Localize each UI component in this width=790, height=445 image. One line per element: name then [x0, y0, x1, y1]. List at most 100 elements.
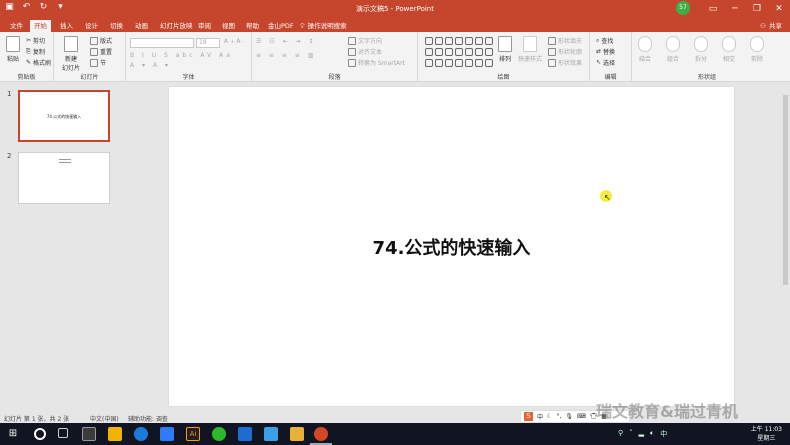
- app-icon[interactable]: [238, 427, 252, 441]
- layout-label: 版式: [100, 38, 113, 45]
- illustrator-icon[interactable]: Ai: [186, 427, 200, 441]
- network-icon[interactable]: ▂: [639, 429, 644, 439]
- replace-icon: ⇄: [596, 48, 602, 55]
- tab-view[interactable]: 视图: [218, 20, 239, 32]
- tab-file[interactable]: 文件: [6, 20, 27, 32]
- powerpoint-icon[interactable]: [314, 427, 328, 441]
- combine-button[interactable]: 组合: [666, 36, 680, 63]
- tab-kingsoft-pdf[interactable]: 金山PDF: [264, 20, 298, 32]
- shape-effects-button[interactable]: 形状效果: [548, 58, 582, 67]
- quick-styles-button[interactable]: 快速样式: [518, 36, 542, 63]
- font-color-buttons[interactable]: A ▾ A ▾: [130, 62, 171, 69]
- smartart-icon: [348, 58, 356, 67]
- ime-icon[interactable]: 中: [660, 429, 667, 439]
- maximize-icon[interactable]: ❐: [746, 0, 768, 18]
- ribbon-display-icon[interactable]: ▭: [702, 0, 724, 18]
- volume-icon[interactable]: 🔈︎: [650, 429, 654, 439]
- tab-review[interactable]: 审阅: [194, 20, 215, 32]
- task-view-icon[interactable]: [58, 428, 68, 438]
- close-icon[interactable]: ✕: [768, 0, 790, 18]
- font-format-buttons[interactable]: B I U S abc AV Aa: [130, 52, 233, 59]
- edge-icon[interactable]: [134, 427, 148, 441]
- slide-canvas[interactable]: 74.公式的快速输入: [169, 87, 734, 406]
- layout-icon: [90, 36, 98, 45]
- intersect-button[interactable]: 相交: [722, 36, 736, 63]
- share-button[interactable]: ⚇ 共享: [760, 20, 782, 32]
- tab-help[interactable]: 帮助: [242, 20, 263, 32]
- app-icon[interactable]: [264, 427, 278, 441]
- split-button[interactable]: 拆分: [694, 36, 708, 63]
- app-icon[interactable]: [160, 427, 174, 441]
- text-direction-button[interactable]: 文字方向: [348, 36, 382, 45]
- chevron-up-icon[interactable]: ˄: [629, 429, 633, 439]
- group-label: 编辑: [604, 74, 617, 81]
- pen-icon: [548, 47, 556, 56]
- tab-insert[interactable]: 插入: [56, 20, 77, 32]
- share-label: 共享: [769, 22, 782, 30]
- user-badge[interactable]: 57: [676, 1, 690, 15]
- quick-styles-icon: [523, 36, 537, 52]
- slide-thumbnails-pane: 1 74.公式的快速输入 2: [0, 83, 118, 413]
- person-icon[interactable]: ⚲: [618, 429, 623, 439]
- merge-button[interactable]: 结合: [638, 36, 652, 63]
- reset-button[interactable]: 重置: [90, 47, 112, 56]
- replace-button[interactable]: ⇄ 替换: [596, 47, 615, 56]
- clock-time: 上午 11:03: [750, 426, 782, 433]
- new-slide-button[interactable]: 新建 幻灯片: [62, 36, 80, 72]
- keyboard-icon[interactable]: ⌨: [577, 413, 586, 420]
- file-explorer-icon[interactable]: [108, 427, 122, 441]
- clock[interactable]: 上午 11:03 星期三: [751, 425, 782, 443]
- language-status[interactable]: 中文(中国): [90, 414, 119, 423]
- ime-logo[interactable]: S: [524, 412, 533, 421]
- vertical-scrollbar[interactable]: [781, 83, 790, 413]
- tell-me-search[interactable]: 💡︎ 操作说明搜索: [300, 20, 347, 32]
- ime-mode[interactable]: 中: [537, 412, 543, 421]
- copy-button[interactable]: ⎘ 复制: [26, 47, 45, 57]
- folder-icon[interactable]: [290, 427, 304, 441]
- list-buttons[interactable]: ☰ ☷ ⇤ ⇥ ↕: [256, 38, 316, 45]
- tab-transitions[interactable]: 切换: [106, 20, 127, 32]
- find-button[interactable]: ⌕ 查找: [596, 36, 613, 46]
- moon-icon[interactable]: ☾: [547, 413, 552, 420]
- smartart-button[interactable]: 转换为 SmartArt: [348, 58, 405, 67]
- paste-button[interactable]: 粘贴: [6, 36, 20, 63]
- tab-home[interactable]: 开始: [30, 20, 51, 32]
- wechat-icon[interactable]: [212, 427, 226, 441]
- taskbar: ⊞ Ai ⚲ ˄ ▂ 🔈︎ 中 上午 11:03 星期三: [0, 423, 790, 445]
- cut-button[interactable]: ✂ 剪切: [26, 36, 45, 45]
- split-icon: [694, 36, 708, 52]
- arrange-button[interactable]: 排列: [498, 36, 512, 63]
- mic-icon[interactable]: 🎙︎: [565, 413, 573, 420]
- tab-animations[interactable]: 动画: [131, 20, 152, 32]
- align-text-button[interactable]: 对齐文本: [348, 47, 382, 56]
- font-size-field[interactable]: 18: [196, 38, 220, 48]
- tab-slideshow[interactable]: 幻灯片放映: [156, 20, 197, 32]
- group-label: 段落: [328, 74, 341, 81]
- tab-design[interactable]: 设计: [81, 20, 102, 32]
- punctuation-icon[interactable]: °,: [556, 413, 561, 420]
- font-grow-icon[interactable]: A + A-: [224, 38, 244, 45]
- scissors-icon: ✂: [26, 37, 32, 44]
- slide-thumbnail-1[interactable]: 74.公式的快速输入: [18, 90, 110, 142]
- minimize-icon[interactable]: ─: [724, 0, 746, 18]
- font-name-field[interactable]: [130, 38, 194, 48]
- shape-outline-button[interactable]: 形状轮廓: [548, 47, 582, 56]
- cortana-icon[interactable]: [34, 428, 46, 440]
- section-button[interactable]: 节: [90, 58, 106, 67]
- slide-title[interactable]: 74.公式的快速输入: [169, 234, 734, 260]
- align-buttons[interactable]: ≡ ≡ ≡ ≡ ▥: [256, 52, 316, 59]
- select-button[interactable]: ↖ 选择: [596, 58, 615, 67]
- layout-button[interactable]: 版式: [90, 36, 112, 45]
- title-bar: ▣ ↶ ↻ ▾ 演示文稿5 - PowerPoint 57 ▭ ─ ❐ ✕: [0, 0, 790, 18]
- format-painter-button[interactable]: ✎ 格式刷: [26, 58, 51, 67]
- app-icon[interactable]: [82, 427, 96, 441]
- shape-fill-button[interactable]: 形状填充: [548, 36, 582, 45]
- shapes-gallery[interactable]: [424, 36, 494, 70]
- subtract-button[interactable]: 剪除: [750, 36, 764, 63]
- slide-thumbnail-2[interactable]: [18, 152, 110, 204]
- windows-start-icon[interactable]: ⊞: [6, 427, 20, 441]
- thumbnail-number: 1: [7, 90, 12, 98]
- thumbnail-mini-content: [59, 159, 71, 163]
- scrollbar-thumb[interactable]: [783, 95, 788, 285]
- accessibility-status[interactable]: 辅助功能: 调查: [128, 414, 168, 423]
